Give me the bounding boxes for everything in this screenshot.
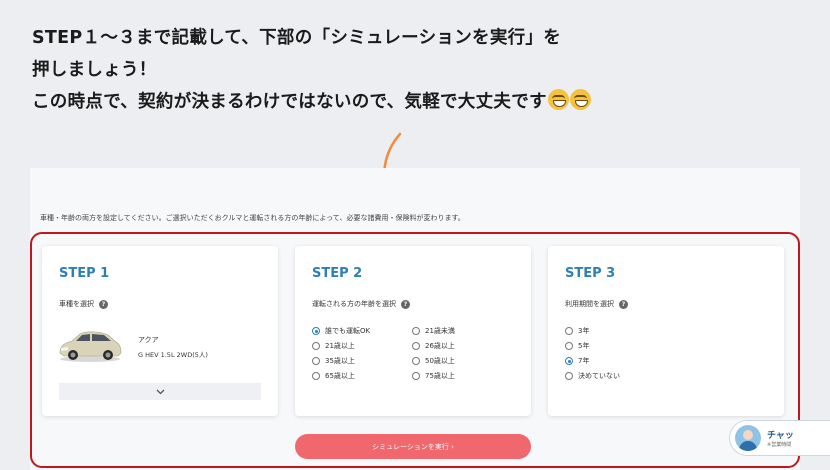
step2-label-text: 運転される方の年齢を選択 — [312, 300, 396, 308]
age-option-label: 35歳以上 — [325, 357, 355, 365]
question-circle-icon[interactable]: ? — [401, 299, 410, 309]
age-option-26plus[interactable]: 26歳以上 — [412, 341, 455, 351]
age-option-label: 誰でも運転OK — [325, 327, 371, 335]
period-option-label: 5年 — [578, 342, 590, 350]
instruction-line-3-text: この時点で、契約が決まるわけではないので、気軽で大丈夫です — [32, 92, 547, 112]
radio-button[interactable] — [412, 342, 420, 350]
step2-card: STEP 2 運転される方の年齢を選択 ? 誰でも運転OK 21歳未満 21歳以… — [295, 246, 531, 416]
radio-button[interactable] — [312, 372, 320, 380]
age-option-label: 21歳以上 — [325, 342, 355, 350]
age-option-under21[interactable]: 21歳未満 — [412, 326, 455, 336]
radio-button[interactable] — [412, 327, 420, 335]
car-name: アクア — [138, 336, 159, 344]
car-grade: G HEV 1.5L 2WD(5人) — [138, 351, 208, 359]
step1-label: 車種を選択 ? — [59, 299, 108, 309]
chat-texts: チャッ ※営業時間 — [767, 428, 794, 448]
radio-button[interactable] — [565, 327, 573, 335]
chat-avatar — [735, 425, 761, 451]
instruction-line-2: 押しましょう！ — [32, 60, 157, 80]
period-option-5y[interactable]: 5年 — [565, 341, 589, 351]
age-option-75plus[interactable]: 75歳以上 — [412, 371, 455, 381]
chat-subtitle: ※営業時間 — [767, 442, 792, 448]
age-option-label: 65歳以上 — [325, 372, 355, 380]
step2-label: 運転される方の年齢を選択 ? — [312, 299, 410, 309]
age-option-65plus[interactable]: 65歳以上 — [312, 371, 355, 381]
question-circle-icon[interactable]: ? — [99, 299, 108, 309]
step3-label-text: 利用期間を選択 — [565, 300, 614, 308]
grinning-face-icon — [547, 89, 569, 110]
period-option-undecided[interactable]: 決めていない — [565, 371, 620, 381]
age-option-35plus[interactable]: 35歳以上 — [312, 356, 355, 366]
car-select-dropdown[interactable] — [59, 383, 261, 400]
step3-card: STEP 3 利用期間を選択 ? 3年 5年 7年 決めていない — [548, 246, 784, 416]
radio-button[interactable] — [565, 342, 573, 350]
age-option-50plus[interactable]: 50歳以上 — [412, 356, 455, 366]
radio-button[interactable] — [565, 372, 573, 380]
run-simulation-button[interactable]: シミュレーションを実行 › — [295, 434, 531, 459]
notice-text: 車種・年齢の両方を設定してください。ご選択いただくおクルマと運転される方の年齢に… — [40, 214, 465, 222]
radio-button[interactable] — [412, 372, 420, 380]
radio-button[interactable] — [565, 357, 573, 365]
question-circle-icon[interactable]: ? — [619, 299, 628, 309]
radio-button[interactable] — [312, 357, 320, 365]
period-option-label: 決めていない — [578, 372, 620, 380]
step3-label: 利用期間を選択 ? — [565, 299, 628, 309]
chevron-down-icon — [156, 389, 164, 394]
radio-button[interactable] — [312, 327, 320, 335]
step1-title: STEP 1 — [59, 266, 110, 281]
age-option-anyone[interactable]: 誰でも運転OK — [312, 326, 370, 336]
step2-title: STEP 2 — [312, 266, 363, 281]
step1-label-text: 車種を選択 — [59, 300, 94, 308]
period-option-7y[interactable]: 7年 — [565, 356, 589, 366]
age-option-label: 75歳以上 — [425, 372, 455, 380]
instruction-line-1: STEP１～３まで記載して、下部の「シミュレーションを実行」を — [32, 28, 562, 48]
chat-title: チャッ — [767, 431, 794, 441]
instruction-text: STEP１～３まで記載して、下部の「シミュレーションを実行」を 押しましょう！ … — [32, 22, 812, 118]
step1-card: STEP 1 車種を選択 ? アクア G HEV 1.5L 2WD(5人) — [42, 246, 278, 416]
car-image — [59, 331, 122, 362]
age-option-label: 26歳以上 — [425, 342, 455, 350]
period-option-label: 7年 — [578, 357, 590, 365]
radio-button[interactable] — [412, 357, 420, 365]
chat-widget[interactable]: チャッ ※営業時間 — [729, 420, 830, 456]
grinning-face-icon — [569, 89, 591, 110]
age-option-21plus[interactable]: 21歳以上 — [312, 341, 355, 351]
step3-title: STEP 3 — [565, 266, 616, 281]
age-option-label: 21歳未満 — [425, 327, 455, 335]
radio-button[interactable] — [312, 342, 320, 350]
age-option-label: 50歳以上 — [425, 357, 455, 365]
instruction-line-3: この時点で、契約が決まるわけではないので、気軽で大丈夫です — [32, 86, 812, 118]
period-option-label: 3年 — [578, 327, 590, 335]
period-option-3y[interactable]: 3年 — [565, 326, 589, 336]
